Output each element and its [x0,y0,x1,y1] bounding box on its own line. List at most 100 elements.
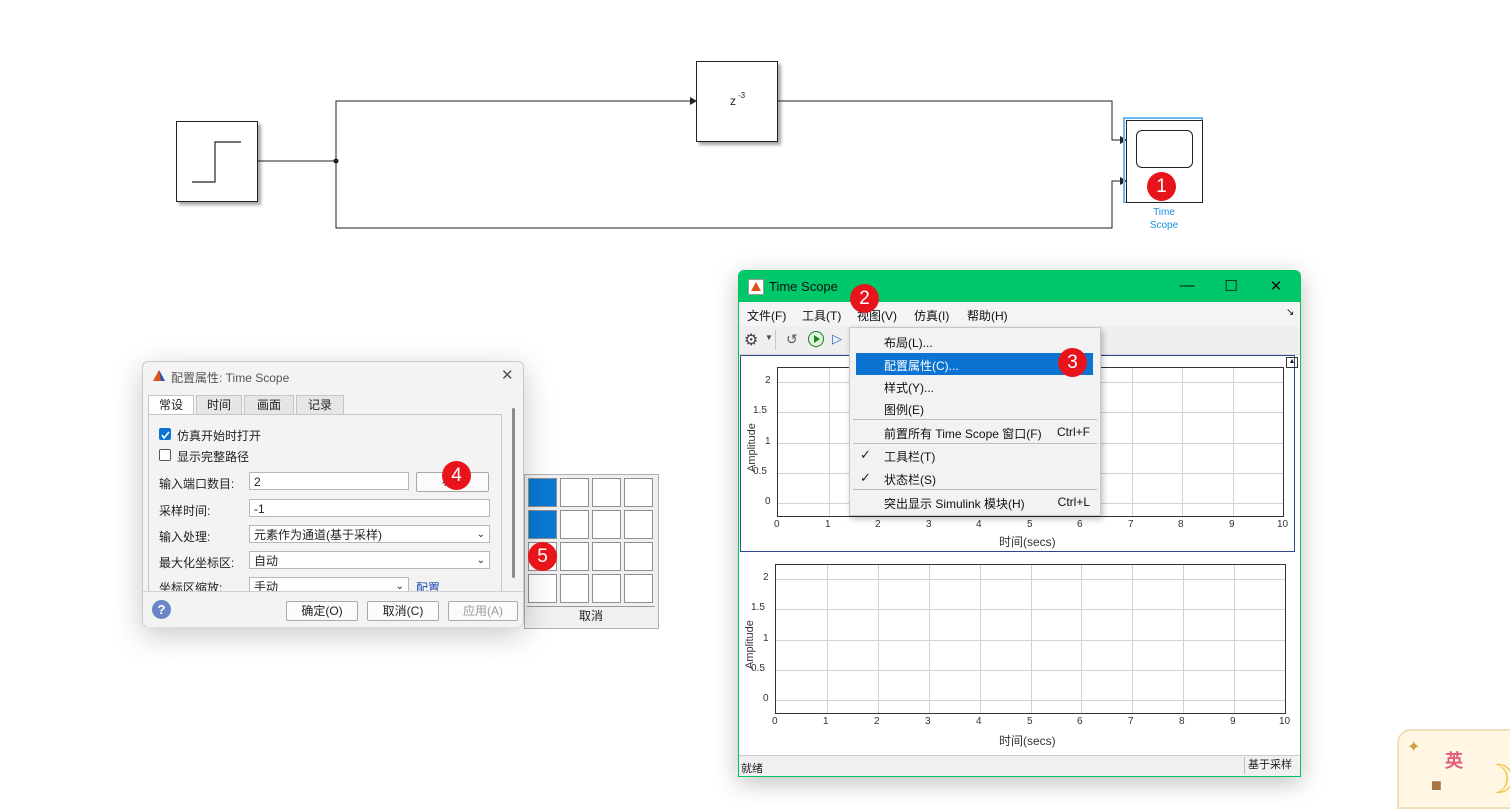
layout-grid-cell[interactable] [624,542,653,571]
cancel-button[interactable]: 取消(C) [367,601,439,621]
axes-scaling-select[interactable]: 手动 ⌄ [249,577,409,592]
shirt-icon: ■ [1431,775,1442,795]
menu-item-legend[interactable]: 图例(E) [850,397,1100,419]
scope-block-name[interactable]: Time Scope [1139,206,1189,232]
menu-item-statusbar[interactable]: ✓ 状态栏(S) [850,467,1100,489]
layout-grid-cell[interactable] [528,574,557,603]
sample-time-field[interactable]: -1 [249,499,490,517]
y-tick-label: 0.5 [751,663,765,674]
layout-grid-cell[interactable] [592,574,621,603]
open-at-start-label: 仿真开始时打开 [177,429,262,443]
maximize-icon[interactable]: ☐ [1221,277,1241,295]
maximize-axes-select[interactable]: 自动 ⌄ [249,551,490,569]
undock-icon[interactable]: ↘ [1286,307,1294,318]
input-processing-value: 元素作为通道(基于采样) [254,528,382,542]
layout-grid-cell[interactable] [560,478,589,507]
tab-time[interactable]: 时间 [196,395,242,416]
unit-delay-block[interactable]: z -3 [696,61,778,142]
menu-item-label: 前置所有 Time Scope 窗口(F) [884,427,1042,441]
x-tick-label: 3 [926,519,932,530]
general-tab-panel: 仿真开始时打开 显示完整路径 输入端口数目: 2 布 采样时间: -1 输入处理… [148,414,502,592]
x-tick-label: 2 [875,519,881,530]
grid-line-x [878,565,879,713]
grid-line-y [776,670,1285,671]
step-back-icon[interactable]: ↺ [786,331,798,348]
menu-help[interactable]: 帮助(H) [967,307,1008,324]
delay-exponent: -3 [738,91,746,100]
settings-gear-icon[interactable]: ⚙ [744,330,758,350]
bottom-y-axis-label: Amplitude [744,620,756,669]
menu-tools[interactable]: 工具(T) [802,307,841,324]
grid-line-x [1183,565,1184,713]
dialog-title: 配置属性: Time Scope [171,371,290,385]
step-marker-3: 3 [1058,348,1087,377]
grid-line-y [776,700,1285,701]
bottom-axes[interactable] [775,564,1286,714]
step-marker-5: 5 [528,542,557,571]
open-at-start-checkbox[interactable] [159,428,171,440]
help-icon[interactable]: ? [152,600,171,619]
menu-file[interactable]: 文件(F) [747,307,786,324]
toolbar-divider [775,330,776,350]
scope-screen-icon [1136,130,1193,168]
y-tick-label: 1.5 [751,602,765,613]
close-icon[interactable]: ✕ [1266,277,1286,295]
minimize-icon[interactable]: — [1177,277,1197,294]
step-block[interactable] [176,121,258,202]
x-tick-label: 10 [1279,716,1291,727]
x-tick-label: 5 [1027,716,1033,727]
x-tick-label: 4 [976,519,982,530]
menu-item-highlight-block[interactable]: 突出显示 Simulink 模块(H) Ctrl+L [850,491,1100,513]
layout-cancel-button[interactable]: 取消 [527,606,655,626]
layout-grid-cell[interactable] [560,510,589,539]
tab-logging[interactable]: 记录 [296,395,344,416]
apply-button[interactable]: 应用(A) [448,601,518,621]
menu-item-label: 样式(Y)... [884,381,934,395]
x-tick-label: 9 [1230,716,1236,727]
layout-grid-cell[interactable] [560,574,589,603]
step-marker-2: 2 [850,284,879,313]
chevron-down-icon[interactable]: ▼ [765,333,773,342]
grid-line-x [1132,368,1133,516]
layout-grid-cell[interactable] [592,510,621,539]
y-tick-label: 0 [763,693,769,704]
menu-simulation[interactable]: 仿真(I) [914,307,949,324]
title-bar[interactable]: Time Scope — ☐ ✕ [739,271,1300,302]
input-processing-select[interactable]: 元素作为通道(基于采样) ⌄ [249,525,490,543]
maximize-axes-icon[interactable]: ▲ [1286,357,1298,368]
menu-separator [853,419,1097,420]
layout-grid-cell[interactable] [528,510,557,539]
layout-grid-cell[interactable] [592,478,621,507]
ok-button[interactable]: 确定(O) [286,601,358,621]
top-x-axis-label: 时间(secs) [999,535,1056,549]
step-forward-icon[interactable]: ▷ [832,331,842,347]
layout-grid-cell[interactable] [528,478,557,507]
run-icon[interactable] [808,331,824,347]
menu-item-layout[interactable]: 布局(L)... [850,330,1100,352]
menu-separator [853,489,1097,490]
close-icon[interactable]: ✕ [501,366,514,384]
menu-item-style[interactable]: 样式(Y)... [850,375,1100,397]
menu-item-bring-all-forward[interactable]: 前置所有 Time Scope 窗口(F) Ctrl+F [850,421,1100,443]
layout-grid-cell[interactable] [624,574,653,603]
grid-line-x [1132,565,1133,713]
y-tick-label: 0 [765,496,771,507]
y-tick-label: 2 [765,375,771,386]
y-tick-label: 1 [765,436,771,447]
scope-name-line1: Time [1153,207,1175,218]
tab-display[interactable]: 画面 [244,395,294,416]
layout-grid-cell[interactable] [592,542,621,571]
x-tick-label: 4 [976,716,982,727]
input-ports-field[interactable]: 2 [249,472,409,490]
tab-general[interactable]: 常设 [148,395,194,416]
show-full-path-checkbox[interactable] [159,449,171,461]
x-tick-label: 7 [1128,519,1134,530]
layout-grid-cell[interactable] [624,510,653,539]
menu-item-toolbar[interactable]: ✓ 工具栏(T) [850,444,1100,466]
layout-grid-cell[interactable] [560,542,589,571]
ime-indicator[interactable]: ✦ 英 ■ ☽ [1397,729,1510,809]
simulink-canvas[interactable]: z -3 Time Scope [0,0,1510,260]
dialog-scrollbar[interactable] [512,408,515,578]
layout-grid-cell[interactable] [624,478,653,507]
x-tick-label: 0 [774,519,780,530]
